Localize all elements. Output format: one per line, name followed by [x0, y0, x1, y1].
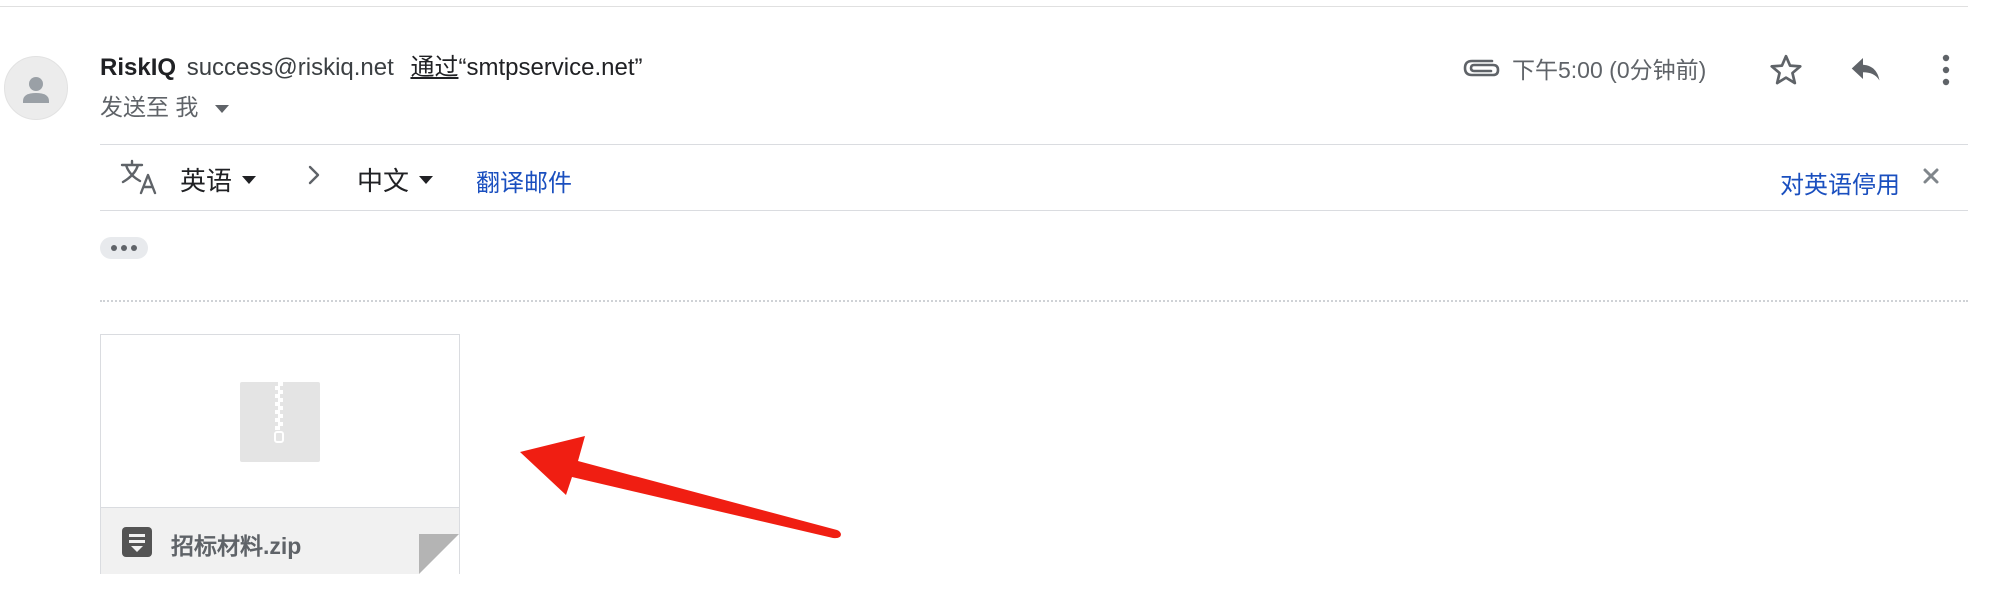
via-domain: “smtpservice.net”	[458, 54, 643, 81]
more-options-button[interactable]	[1924, 48, 1968, 92]
disable-translation-link[interactable]: 对英语停用	[1780, 165, 1900, 200]
star-button[interactable]	[1764, 48, 1808, 92]
ellipsis-dot	[111, 245, 117, 251]
more-vert-icon	[1942, 54, 1950, 86]
translate-icon	[120, 159, 157, 195]
sender-name[interactable]: RiskIQ	[100, 54, 176, 81]
chevron-down-icon	[419, 175, 434, 184]
show-trimmed-content-button[interactable]	[100, 237, 148, 259]
paperclip-icon	[1463, 59, 1500, 77]
top-divider	[0, 6, 1968, 7]
document-icon	[122, 527, 152, 557]
person-icon	[23, 77, 49, 103]
attachment-preview	[101, 335, 459, 507]
to-prefix: 发送至	[100, 94, 169, 120]
ellipsis-dot	[121, 245, 127, 251]
attachment-file-name: 招标材料.zip	[171, 533, 302, 559]
sender-email[interactable]: success@riskiq.net	[187, 54, 394, 81]
details-dropdown-icon[interactable]	[214, 104, 229, 113]
translate-bar-divider	[100, 210, 1968, 211]
attachment-footer: 招标材料.zip	[101, 507, 459, 574]
translate-bar: 英语 中文 翻译邮件 对英语停用	[100, 145, 1968, 210]
reply-button[interactable]	[1844, 48, 1888, 92]
target-language-label: 中文	[357, 166, 410, 196]
chevron-right-icon	[308, 165, 320, 185]
sender-avatar[interactable]	[4, 56, 68, 120]
source-language-label: 英语	[180, 166, 233, 196]
reply-icon	[1851, 58, 1880, 81]
message-time: 下午5:00 (0分钟前)	[1512, 57, 1707, 83]
recipient-line[interactable]: 发送至 我	[100, 92, 229, 122]
to-recipient: 我	[175, 94, 199, 120]
chevron-down-icon	[242, 175, 257, 184]
star-outline-icon	[1770, 54, 1802, 85]
attachment-card[interactable]: 招标材料.zip	[100, 334, 460, 574]
via-link[interactable]: 通过	[410, 54, 458, 81]
message-meta: 下午5:00 (0分钟前)	[1462, 48, 1706, 88]
annotation-arrow	[520, 436, 841, 539]
attachments-divider	[100, 300, 1968, 302]
close-icon[interactable]	[1922, 167, 1940, 185]
zip-file-icon	[240, 382, 320, 462]
sender-line: RiskIQ success@riskiq.net 通过“smtpservice…	[100, 53, 643, 83]
source-language-select[interactable]: 英语	[180, 161, 257, 198]
ellipsis-dot	[131, 245, 137, 251]
page-curl	[419, 534, 459, 574]
target-language-select[interactable]: 中文	[357, 161, 434, 198]
translate-message-link[interactable]: 翻译邮件	[476, 163, 572, 198]
